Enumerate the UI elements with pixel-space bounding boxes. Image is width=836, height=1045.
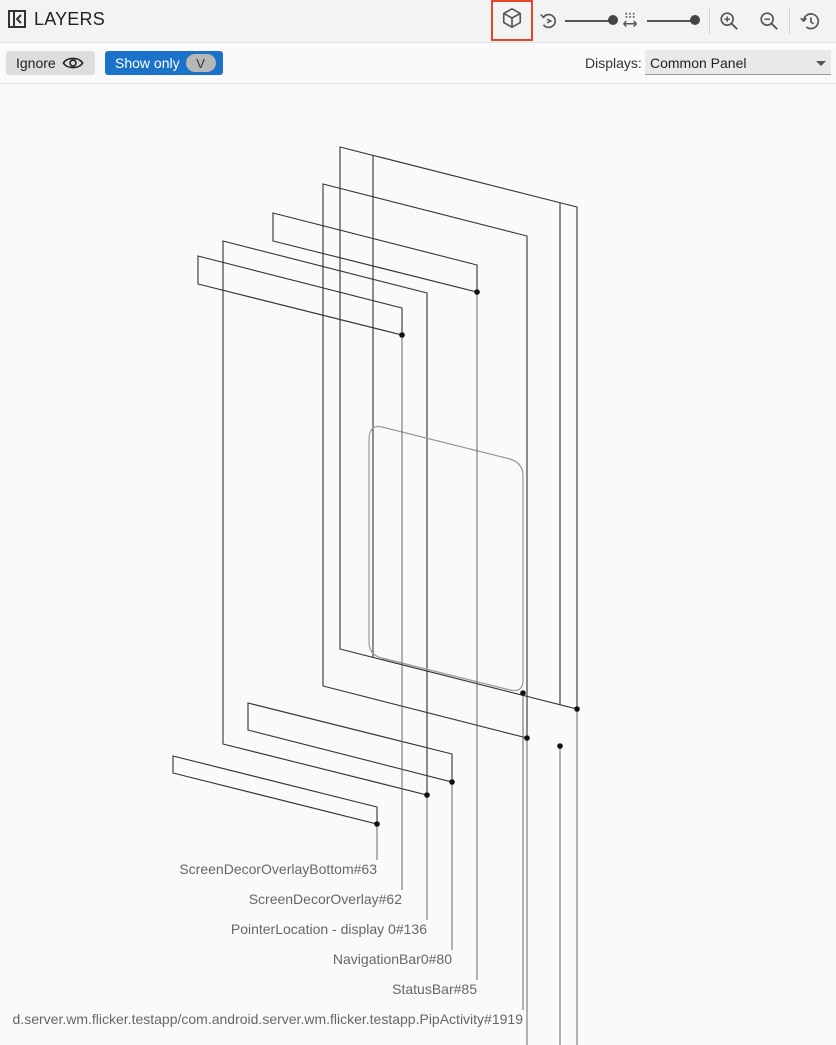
ignore-button[interactable]: Ignore (6, 51, 95, 75)
anchor-dot (474, 289, 480, 295)
rotate-icon (536, 8, 562, 34)
divider (709, 8, 710, 34)
layers-3d-view[interactable]: ScreenDecorOverlayBottom#63 ScreenDecorO… (0, 84, 836, 1045)
divider (789, 8, 790, 34)
spacing-slider-knob[interactable] (690, 15, 700, 25)
anchor-dot (524, 735, 530, 741)
panel-collapse-icon[interactable] (8, 10, 26, 28)
cube-3d-icon (501, 7, 523, 34)
cube-3d-button[interactable] (491, 0, 533, 41)
shortcut-badge: V (185, 54, 216, 72)
anchor-dot (399, 332, 405, 338)
anchor-dot (374, 821, 380, 827)
layer-label[interactable]: d.server.wm.flicker.testapp/com.android.… (13, 1011, 524, 1027)
layer-label[interactable]: ScreenDecorOverlayBottom#63 (179, 861, 377, 877)
displays-select[interactable]: Common Panel (645, 50, 831, 75)
layer-rect-display[interactable] (339, 146, 578, 710)
displays-select-value: Common Panel (650, 55, 747, 71)
rotation-slider-track[interactable] (565, 20, 613, 22)
zoom-in-icon[interactable] (716, 8, 742, 34)
anchor-dot (557, 743, 563, 749)
panel-title: LAYERS (34, 9, 105, 29)
chevron-down-icon (816, 61, 826, 66)
layer-rect-pip-activity[interactable] (322, 183, 528, 739)
spacing-slider-track[interactable] (647, 20, 695, 22)
ignore-label: Ignore (16, 55, 56, 71)
anchor-dot (449, 779, 455, 785)
zoom-out-icon[interactable] (756, 8, 782, 34)
anchor-dot (424, 792, 430, 798)
spacing-icon (617, 8, 643, 34)
layer-rect-pip-window[interactable] (368, 425, 524, 692)
layer-rect-pointer-location[interactable] (222, 240, 428, 796)
anchor-dot (520, 690, 526, 696)
show-only-label: Show only (115, 55, 180, 71)
layer-label[interactable]: PointerLocation - display 0#136 (231, 921, 427, 937)
anchor-dot (574, 706, 580, 712)
eye-icon (62, 57, 84, 69)
layer-label[interactable]: ScreenDecorOverlay#62 (249, 891, 403, 907)
layer-rect-navigationbar[interactable] (247, 702, 453, 783)
reset-history-icon[interactable] (797, 8, 823, 34)
layer-label[interactable]: NavigationBar0#80 (333, 951, 452, 967)
show-only-button[interactable]: Show only V (105, 51, 223, 75)
toolbar: LAYERS (0, 0, 836, 43)
layer-label[interactable]: StatusBar#85 (392, 981, 477, 997)
layer-rect-screen-decor-overlay-bottom[interactable] (172, 755, 378, 825)
layer-rect-screen-decor-overlay[interactable] (197, 255, 403, 336)
displays-label: Displays: (585, 55, 642, 71)
options-bar: Ignore Show only V Displays: Common Pane… (0, 43, 836, 84)
